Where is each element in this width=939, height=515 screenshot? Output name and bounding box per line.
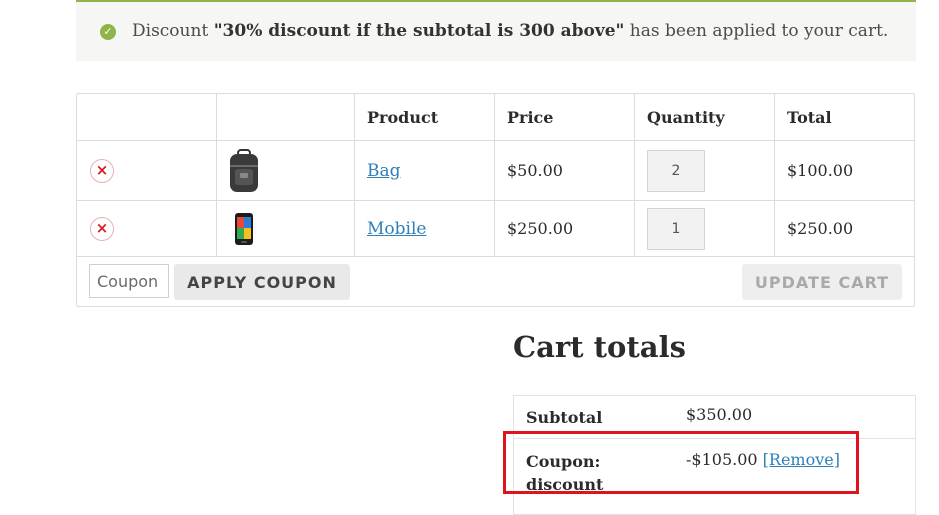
total-cell: $100.00 — [787, 161, 854, 180]
row-divider — [77, 256, 914, 257]
notice-prefix: Discount — [132, 21, 214, 41]
column-divider — [354, 94, 355, 256]
quantity-cell: 2 — [647, 141, 705, 200]
table-row: × — [90, 201, 114, 256]
update-cart-button[interactable]: UPDATE CART — [742, 264, 902, 300]
notice-message: Discount "30% discount if the subtotal i… — [132, 21, 888, 41]
column-divider — [634, 94, 635, 256]
apply-coupon-button[interactable]: APPLY COUPON — [174, 264, 350, 300]
product-name-cell: Mobile — [367, 201, 426, 256]
subtotal-value: $350.00 — [686, 405, 753, 424]
quantity-input[interactable]: 1 — [647, 207, 705, 250]
backpack-icon — [230, 148, 258, 192]
total-cell: $250.00 — [787, 219, 854, 238]
quantity-cell: 1 — [647, 201, 705, 256]
column-divider — [216, 94, 217, 256]
cart-totals-heading: Cart totals — [513, 330, 686, 364]
quantity-input[interactable]: 2 — [647, 149, 705, 192]
notice-discount-name: "30% discount if the subtotal is 300 abo… — [213, 21, 625, 41]
price-cell: $250.00 — [507, 219, 574, 238]
table-row: × — [90, 141, 114, 200]
highlight-box — [503, 431, 859, 494]
header-quantity: Quantity — [647, 107, 725, 127]
price-cell: $50.00 — [507, 161, 563, 180]
remove-item-icon[interactable]: × — [90, 158, 114, 183]
success-notice: ✓ Discount "30% discount if the subtotal… — [76, 0, 916, 61]
coupon-input[interactable]: Coupon — [89, 264, 169, 298]
subtotal-label: Subtotal — [526, 408, 603, 427]
product-link-mobile[interactable]: Mobile — [367, 219, 426, 239]
remove-item-icon[interactable]: × — [90, 216, 114, 241]
product-link-bag[interactable]: Bag — [367, 161, 401, 181]
header-total: Total — [787, 107, 832, 127]
product-name-cell: Bag — [367, 141, 401, 200]
notice-suffix: has been applied to your cart. — [624, 21, 889, 41]
column-divider — [494, 94, 495, 256]
cart-table: Product Price Quantity Total × Bag $50.0… — [76, 93, 915, 307]
product-thumbnail[interactable] — [227, 141, 261, 200]
check-circle-icon: ✓ — [100, 24, 116, 40]
header-product: Product — [367, 107, 439, 127]
smartphone-icon — [235, 212, 253, 245]
column-divider — [774, 94, 775, 256]
header-price: Price — [507, 107, 554, 127]
product-thumbnail[interactable] — [234, 201, 254, 256]
